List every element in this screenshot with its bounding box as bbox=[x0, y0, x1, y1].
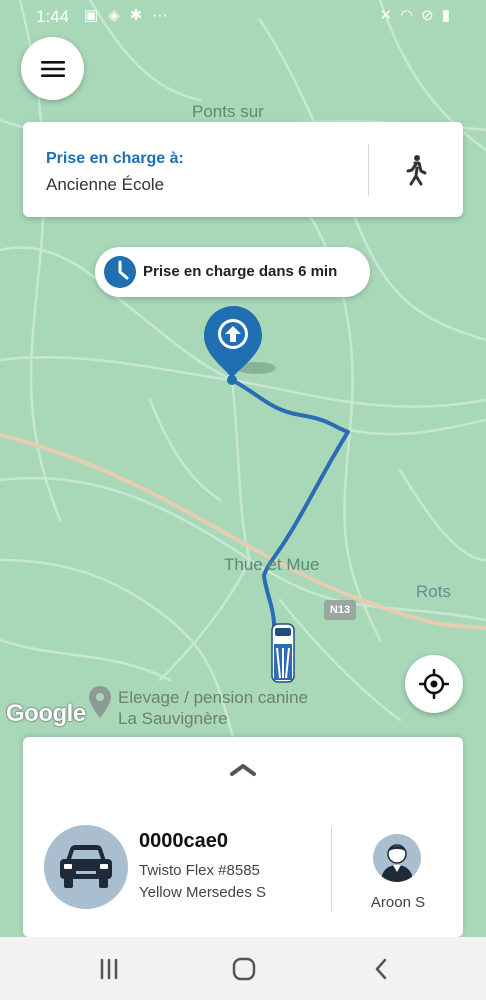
card-divider bbox=[368, 144, 369, 196]
pickup-card[interactable]: Prise en charge à: Ancienne École bbox=[23, 122, 463, 217]
eta-text: Prise en charge dans 6 min bbox=[143, 263, 338, 280]
vehicle-marker-icon bbox=[271, 623, 295, 683]
status-bar: 1:44 ▣ ◈ ✱ ⋯ ✕ ◠ ⊘ ▮ bbox=[0, 0, 486, 34]
map-label-thue: Thue et Mue bbox=[224, 555, 320, 574]
recents-button[interactable] bbox=[94, 955, 124, 983]
map-label-rots: Rots bbox=[416, 582, 451, 601]
google-attribution: Google bbox=[6, 700, 86, 727]
trip-bottom-sheet[interactable]: 0000cae0 Twisto Flex #8585 Yellow Mersed… bbox=[23, 737, 463, 937]
driver-name: Aroon S bbox=[370, 894, 426, 911]
locate-button[interactable] bbox=[405, 655, 463, 713]
clock-icon bbox=[104, 256, 136, 288]
mute-icon: ✕ bbox=[379, 7, 393, 24]
place-pin-icon bbox=[89, 686, 111, 718]
minivan-icon bbox=[60, 845, 112, 888]
wifi-icon: ◠ bbox=[400, 7, 414, 24]
chevron-up-icon bbox=[230, 764, 256, 776]
vehicle-plate: 0000cae0 bbox=[139, 830, 228, 852]
menu-button[interactable] bbox=[21, 37, 84, 100]
home-icon bbox=[232, 957, 256, 981]
walk-button[interactable] bbox=[403, 154, 429, 191]
my-location-icon bbox=[419, 669, 449, 699]
map-label-ponts: Ponts sur bbox=[192, 102, 264, 121]
location-icon: ◈ bbox=[108, 7, 120, 24]
slack-icon: ✱ bbox=[129, 7, 143, 24]
eta-pill: Prise en charge dans 6 min bbox=[95, 247, 370, 297]
home-button[interactable] bbox=[229, 955, 259, 983]
vehicle-model: Twisto Flex #8585 bbox=[139, 862, 260, 879]
pickup-label: Prise en charge à: bbox=[46, 150, 184, 167]
system-nav-bar bbox=[0, 937, 486, 1000]
road-badge: N13 bbox=[324, 600, 356, 620]
place-label: Elevage / pension canine La Sauvignère bbox=[118, 688, 308, 728]
back-button[interactable] bbox=[366, 955, 396, 983]
recents-icon bbox=[100, 958, 118, 980]
walking-person-icon bbox=[406, 155, 427, 186]
gallery-icon: ▣ bbox=[84, 7, 99, 24]
vehicle-avatar bbox=[44, 825, 128, 909]
battery-icon: ▮ bbox=[441, 7, 450, 24]
driver-avatar[interactable] bbox=[373, 834, 421, 882]
more-icon: ⋯ bbox=[152, 7, 168, 24]
dnd-icon: ⊘ bbox=[421, 7, 434, 24]
place-marker[interactable] bbox=[88, 684, 112, 725]
expand-sheet-button[interactable] bbox=[229, 763, 257, 782]
driver-person-icon bbox=[381, 844, 413, 882]
sheet-divider bbox=[331, 827, 332, 911]
pickup-location: Ancienne École bbox=[46, 175, 165, 194]
status-time: 1:44 bbox=[36, 7, 70, 26]
back-icon bbox=[375, 958, 387, 980]
hamburger-menu-icon bbox=[40, 60, 65, 77]
vehicle-color: Yellow Mersedes S bbox=[139, 884, 267, 901]
